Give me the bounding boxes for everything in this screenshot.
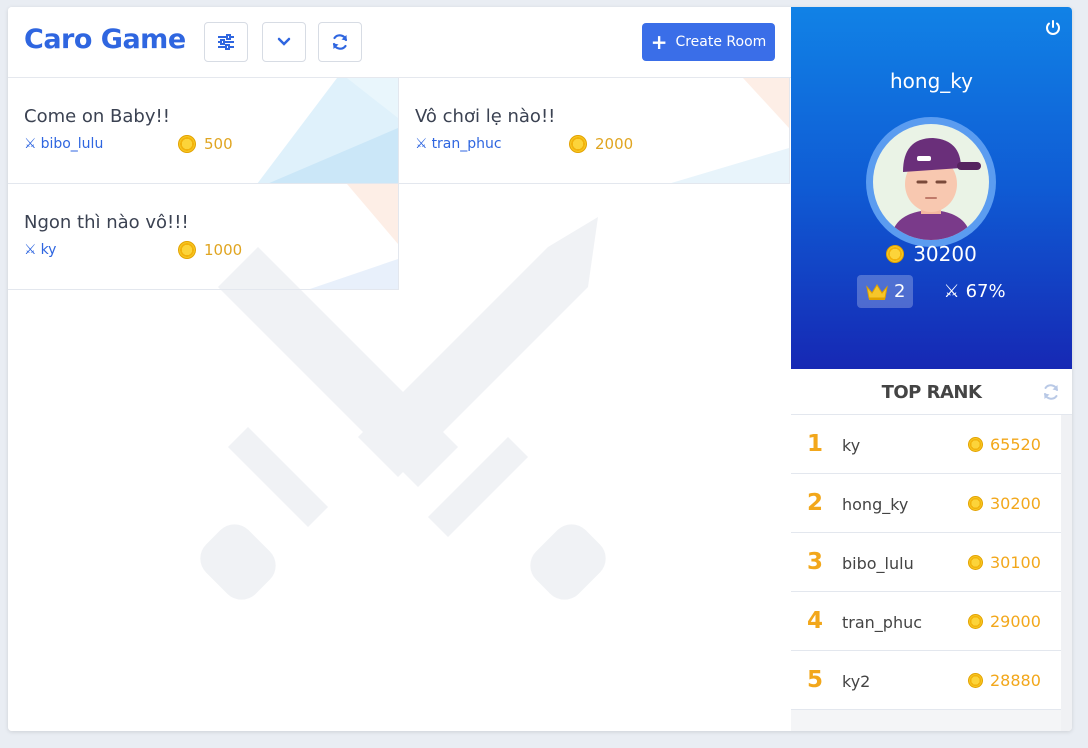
rank-score-value: 65520 — [990, 435, 1041, 454]
create-room-label: Create Room — [675, 34, 767, 50]
rank-row[interactable]: 3 bibo_lulu 30100 — [791, 533, 1061, 592]
room-owner: ⚔ bibo_lulu — [24, 136, 103, 152]
avatar-face-icon — [891, 138, 981, 240]
rank-row[interactable]: 4 tran_phuc 29000 — [791, 592, 1061, 651]
rank-player: hong_ky — [842, 495, 909, 514]
profile-username: hong_ky — [890, 69, 973, 93]
rank-score: 28880 — [968, 671, 1041, 690]
coin-icon — [968, 614, 983, 629]
room-bet: 1000 — [178, 241, 242, 259]
card-decoration — [671, 78, 789, 183]
room-name: Ngon thì nào vô!!! — [24, 212, 189, 233]
crown-icon — [866, 283, 888, 300]
room-bet: 2000 — [569, 135, 633, 153]
rank-score-value: 30200 — [990, 494, 1041, 513]
sliders-icon — [218, 34, 234, 50]
app-window: Caro Game + Create Room Come on Baby!! ⚔… — [8, 7, 1072, 731]
room-card[interactable]: Ngon thì nào vô!!! ⚔ ky 1000 — [8, 184, 399, 290]
room-bet: 500 — [178, 135, 233, 153]
card-decoration — [309, 184, 398, 289]
rank-score-value: 30100 — [990, 553, 1041, 572]
app-title: Caro Game — [24, 24, 186, 55]
rank-position: 5 — [807, 667, 824, 693]
bet-amount: 2000 — [595, 135, 634, 153]
coin-icon — [968, 496, 983, 511]
room-card[interactable]: Come on Baby!! ⚔ bibo_lulu 500 — [8, 78, 399, 184]
winrate: ⚔ 67% — [943, 281, 1005, 302]
coin-icon — [178, 135, 196, 153]
rank-score-value: 29000 — [990, 612, 1041, 631]
dropdown-button[interactable] — [262, 22, 306, 62]
balance-amount: 30200 — [913, 242, 977, 266]
owner-name: tran_phuc — [431, 136, 502, 152]
top-rank-title: TOP RANK — [881, 382, 982, 403]
coin-icon — [178, 241, 196, 259]
toolbar: Caro Game + Create Room — [8, 7, 791, 78]
coin-icon — [569, 135, 587, 153]
profile-card: hong_ky 30200 2 ⚔ 67% — [791, 7, 1072, 369]
plus-icon: + — [650, 30, 668, 54]
rank-score: 30100 — [968, 553, 1041, 572]
rank-player: ky2 — [842, 672, 871, 691]
rank-value: 2 — [894, 281, 906, 302]
room-card[interactable]: Vô chơi lẹ nào!! ⚔ tran_phuc 2000 — [399, 78, 790, 184]
rank-badge: 2 — [857, 275, 914, 308]
rank-position: 1 — [807, 431, 824, 457]
refresh-button[interactable] — [318, 22, 362, 62]
owner-name: ky — [40, 242, 57, 258]
rank-score: 29000 — [968, 612, 1041, 631]
top-rank-list: 1 ky 65520 2 hong_ky 30200 3 bibo_lulu 3… — [791, 415, 1061, 710]
room-name: Come on Baby!! — [24, 106, 170, 127]
create-room-button[interactable]: + Create Room — [642, 23, 775, 61]
rank-row[interactable]: 2 hong_ky 30200 — [791, 474, 1061, 533]
coin-icon — [886, 245, 905, 263]
winrate-value: 67% — [965, 281, 1006, 302]
top-rank-header: TOP RANK — [791, 369, 1072, 415]
card-decoration — [257, 78, 398, 183]
room-name: Vô chơi lẹ nào!! — [415, 106, 556, 127]
chevron-down-icon — [277, 37, 291, 46]
rank-player: tran_phuc — [842, 613, 923, 632]
rank-score-value: 28880 — [990, 671, 1041, 690]
rank-row[interactable]: 5 ky2 28880 — [791, 651, 1061, 710]
crossed-swords-icon: ⚔ — [415, 136, 428, 152]
rank-position: 4 — [807, 608, 824, 634]
rank-score: 30200 — [968, 494, 1041, 513]
refresh-icon[interactable] — [1042, 383, 1060, 401]
rank-player: bibo_lulu — [842, 554, 914, 573]
filter-button[interactable] — [204, 22, 248, 62]
coin-icon — [968, 555, 983, 570]
room-owner: ⚔ tran_phuc — [415, 136, 502, 152]
rank-scrollbar[interactable] — [1061, 415, 1072, 731]
rank-position: 2 — [807, 490, 824, 516]
crossed-swords-icon: ⚔ — [24, 136, 37, 152]
avatar — [866, 117, 996, 247]
room-owner: ⚔ ky — [24, 242, 56, 258]
crossed-swords-icon: ⚔ — [943, 281, 960, 302]
coin-icon — [968, 673, 983, 688]
profile-stats: 2 ⚔ 67% — [857, 275, 1006, 308]
coin-icon — [968, 437, 983, 452]
profile-balance: 30200 — [791, 242, 1072, 266]
power-icon[interactable] — [1044, 19, 1062, 37]
bet-amount: 500 — [204, 135, 233, 153]
bet-amount: 1000 — [204, 241, 243, 259]
rank-player: ky — [842, 436, 861, 455]
lobby-panel: Caro Game + Create Room Come on Baby!! ⚔… — [8, 7, 791, 731]
rank-score: 65520 — [968, 435, 1041, 454]
rank-row[interactable]: 1 ky 65520 — [791, 415, 1061, 474]
sidebar: hong_ky 30200 2 ⚔ 67% TOP RANK 1 ky 6552… — [791, 7, 1072, 731]
rank-position: 3 — [807, 549, 824, 575]
crossed-swords-icon: ⚔ — [24, 242, 37, 258]
owner-name: bibo_lulu — [40, 136, 104, 152]
refresh-icon — [332, 34, 348, 50]
